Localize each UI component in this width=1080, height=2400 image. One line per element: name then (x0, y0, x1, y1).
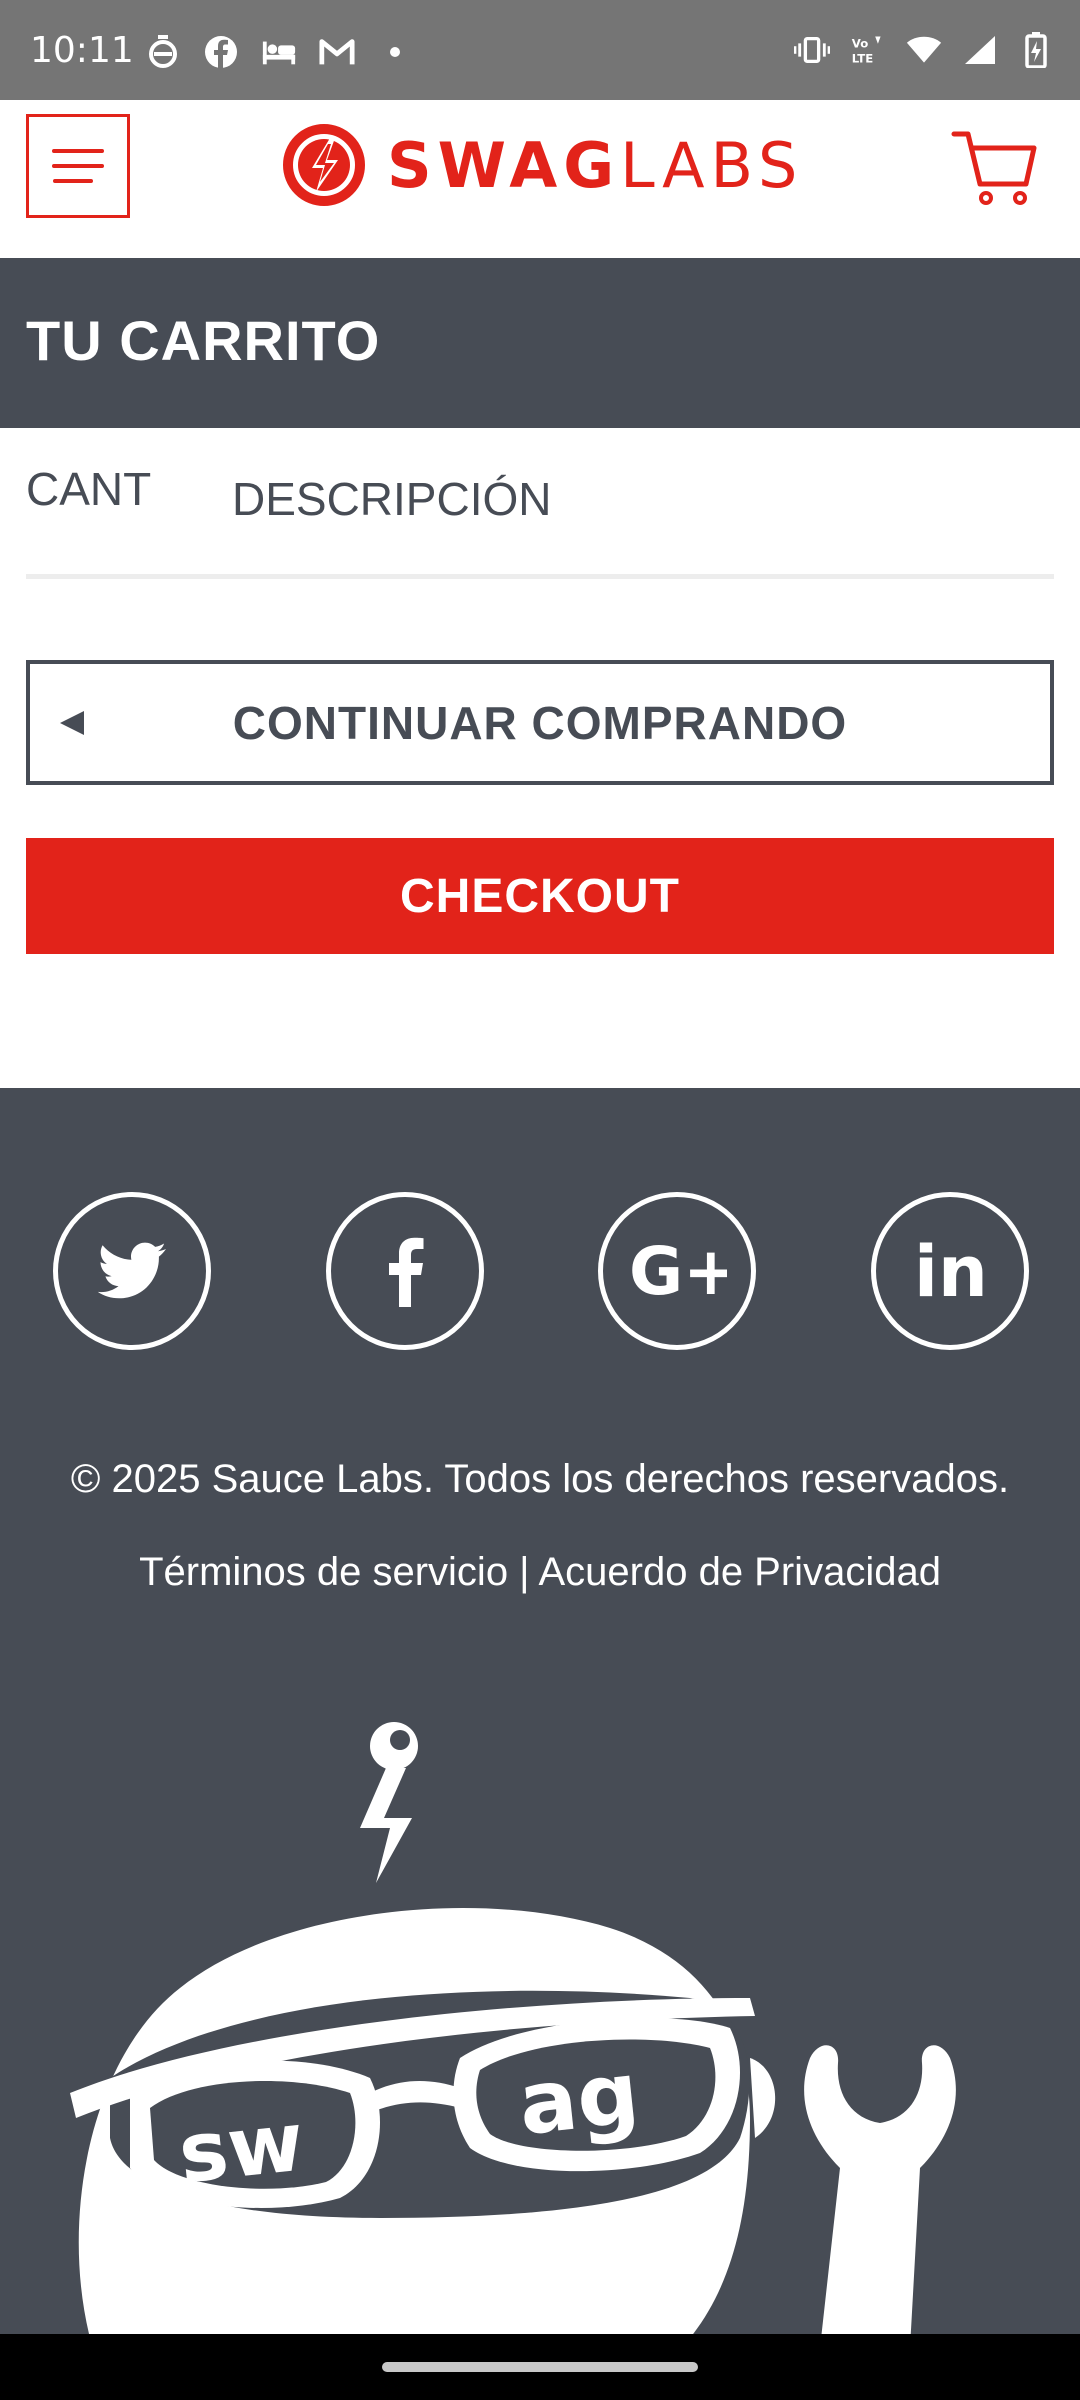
facebook-link[interactable] (326, 1192, 484, 1350)
status-bar: 10:11 Vo LTE (0, 0, 1080, 100)
wifi-icon (906, 32, 942, 68)
twitter-icon (97, 1242, 166, 1299)
signal-icon (962, 32, 998, 68)
checkout-label: CHECKOUT (400, 869, 680, 923)
svg-text:LTE: LTE (852, 52, 873, 66)
continue-shopping-button[interactable]: CONTINUAR COMPRANDO (26, 660, 1054, 785)
twitter-link[interactable] (53, 1192, 211, 1350)
copyright-text: © 2025 Sauce Labs. Todos los derechos re… (70, 1457, 1010, 1501)
home-gesture-handle[interactable] (382, 2362, 698, 2372)
google-plus-icon: G+ (629, 1236, 727, 1306)
linkedin-icon: in (914, 1236, 988, 1306)
header-divider (26, 574, 1054, 579)
system-navigation-bar (0, 2334, 1080, 2400)
menu-button[interactable] (26, 114, 130, 218)
svg-text:Vo: Vo (852, 36, 868, 50)
footer: G+ in © 2025 Sauce Labs. Todos los derec… (0, 1088, 1080, 2334)
facebook-icon (203, 34, 239, 70)
page-title-band: TU CARRITO (0, 258, 1080, 428)
status-time: 10:11 (30, 30, 134, 71)
shopping-cart-icon (951, 131, 1037, 205)
notification-icons (145, 34, 413, 70)
gmail-icon (319, 34, 355, 70)
description-column-header: DESCRIPCIÓN (232, 473, 552, 525)
dot-icon (377, 34, 413, 70)
svg-text:ag: ag (514, 2043, 643, 2155)
google-plus-link[interactable]: G+ (598, 1192, 756, 1350)
facebook-icon (389, 1237, 424, 1307)
continue-shopping-label: CONTINUAR COMPRANDO (232, 696, 848, 749)
system-icons: Vo LTE (794, 32, 1054, 68)
volte-icon: Vo LTE (850, 32, 886, 68)
hamburger-icon (52, 149, 104, 153)
svg-text:sw: sw (174, 2095, 308, 2202)
legal-links[interactable]: Términos de servicio | Acuerdo de Privac… (20, 1550, 1060, 1595)
app-header: SWAGLABS (0, 100, 1080, 258)
swag-labs-logo: SWAGLABS (283, 124, 803, 206)
swag-robot-mascot: sw ag (70, 1722, 956, 2334)
vibrate-icon (794, 32, 830, 68)
svg-text:G+: G+ (629, 1236, 727, 1306)
stopwatch-icon (145, 34, 181, 70)
checkout-button[interactable]: CHECKOUT (26, 838, 1054, 954)
page-title: TU CARRITO (26, 309, 381, 372)
battery-charging-icon (1018, 32, 1054, 68)
svg-text:in: in (914, 1236, 988, 1306)
quantity-column-header: CANT (26, 463, 152, 515)
bed-icon (261, 34, 297, 70)
lightning-logo-icon (283, 124, 365, 206)
linkedin-link[interactable]: in (871, 1192, 1029, 1350)
back-arrow-icon (60, 710, 84, 735)
brand-name: SWAGLABS (387, 128, 804, 202)
cart-button[interactable] (950, 124, 1040, 214)
